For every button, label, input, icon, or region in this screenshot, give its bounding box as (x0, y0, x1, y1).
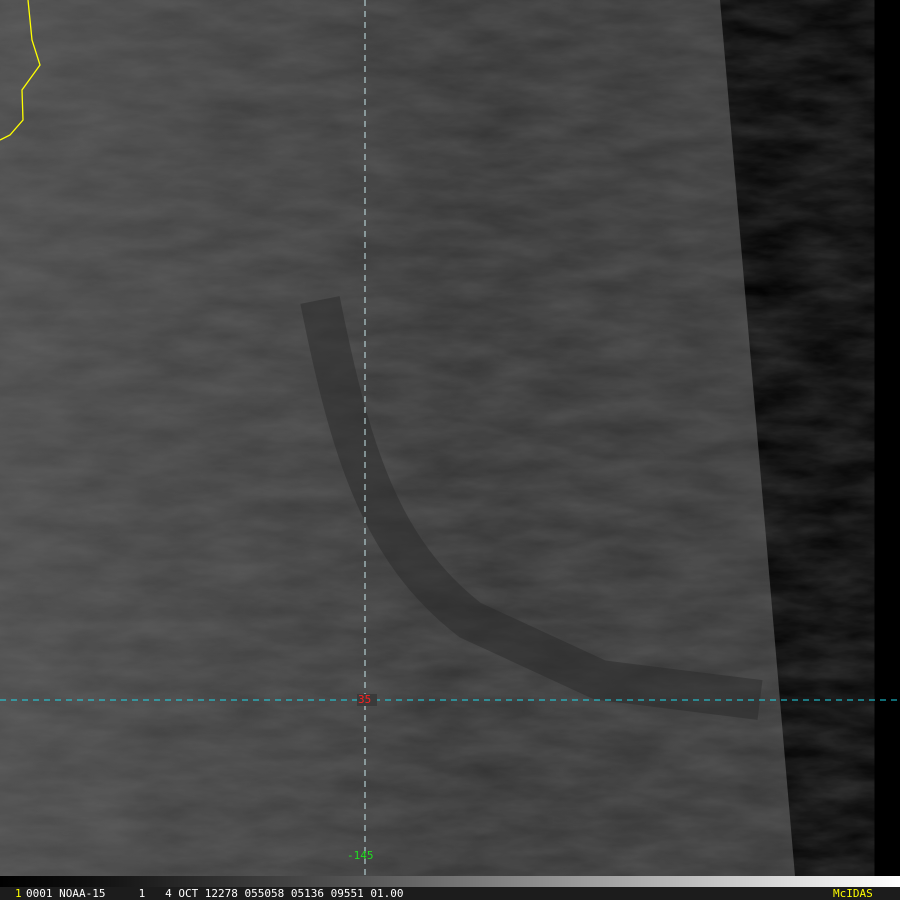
frame-number: 1 (15, 887, 22, 900)
latitude-label: 35 (358, 693, 372, 706)
satellite-viewer: 35 -145 1 0001 NOAA-15 1 4 OCT 12278 0550… (0, 0, 900, 900)
grayscale-bar (0, 876, 900, 887)
image-info: 0001 NOAA-15 1 4 OCT 12278 055058 05136 … (26, 887, 404, 900)
longitude-label: -145 (347, 849, 374, 862)
satellite-image (0, 0, 900, 876)
mcidas-logo: McIDAS (833, 887, 873, 900)
status-bar: 1 0001 NOAA-15 1 4 OCT 12278 055058 05136… (0, 887, 900, 900)
